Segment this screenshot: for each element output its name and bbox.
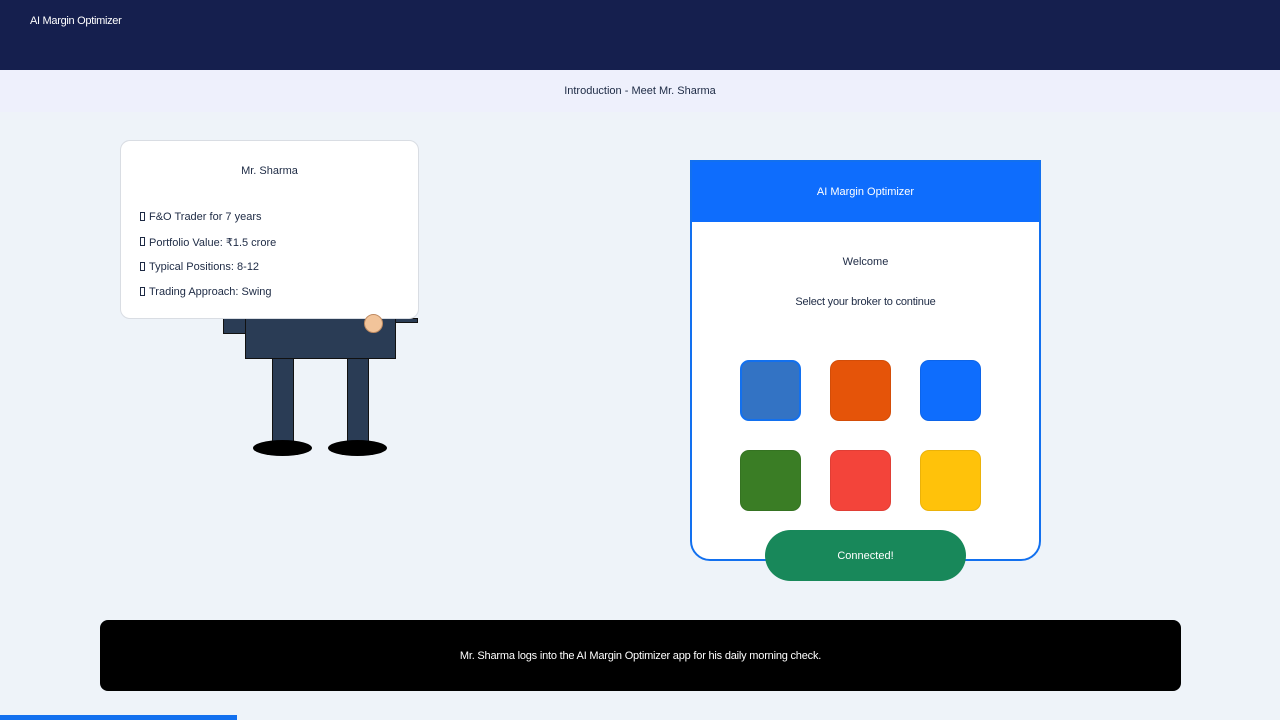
broker-prompt: Select your broker to continue <box>795 296 936 308</box>
connected-label: Connected! <box>837 549 894 562</box>
broker-option[interactable] <box>830 450 891 511</box>
character-left-arm <box>223 318 246 334</box>
profile-item: Typical Positions: 8-12 <box>140 261 276 286</box>
phone-header: AI Margin Optimizer <box>692 162 1039 222</box>
bullet-icon <box>140 212 145 221</box>
profile-item: Trading Approach: Swing <box>140 286 276 311</box>
profile-details: F&O Trader for 7 years Portfolio Value: … <box>140 211 276 311</box>
broker-option[interactable] <box>830 360 891 421</box>
scene-title-bar: Introduction - Meet Mr. Sharma <box>0 70 1280 112</box>
character-right-shoe <box>328 440 387 456</box>
broker-option[interactable] <box>740 450 801 511</box>
scene-title: Introduction - Meet Mr. Sharma <box>564 85 716 97</box>
character-left-shoe <box>253 440 312 456</box>
profile-item-text: Trading Approach: Swing <box>149 286 272 298</box>
profile-item-text: F&O Trader for 7 years <box>149 211 262 223</box>
profile-card: Mr. Sharma F&O Trader for 7 years Portfo… <box>120 140 419 319</box>
connected-button[interactable]: Connected! <box>765 530 966 581</box>
caption-box: Mr. Sharma logs into the AI Margin Optim… <box>100 620 1181 691</box>
profile-item: Portfolio Value: ₹1.5 crore <box>140 236 276 261</box>
app-title: AI Margin Optimizer <box>30 15 122 27</box>
profile-item-text: Portfolio Value: ₹1.5 crore <box>149 237 277 249</box>
progress-fill <box>0 715 237 720</box>
character-left-leg <box>272 358 294 444</box>
bullet-icon <box>140 237 145 246</box>
bullet-icon <box>140 287 145 296</box>
character-right-leg <box>347 358 369 444</box>
top-bar: AI Margin Optimizer <box>0 0 1280 70</box>
phone-app-title: AI Margin Optimizer <box>816 186 915 198</box>
bullet-icon <box>140 262 145 271</box>
phone-screen: AI Margin Optimizer Welcome Select your … <box>690 160 1041 561</box>
broker-option[interactable] <box>920 450 981 511</box>
broker-option[interactable] <box>920 360 981 421</box>
welcome-text: Welcome <box>842 256 889 268</box>
profile-item-text: Typical Positions: 8-12 <box>149 261 260 273</box>
profile-item: F&O Trader for 7 years <box>140 211 276 236</box>
profile-name: Mr. Sharma <box>241 165 298 177</box>
progress-bar <box>0 715 1280 720</box>
character-hand <box>364 314 383 333</box>
caption-text: Mr. Sharma logs into the AI Margin Optim… <box>459 649 822 662</box>
broker-option[interactable] <box>740 360 801 421</box>
